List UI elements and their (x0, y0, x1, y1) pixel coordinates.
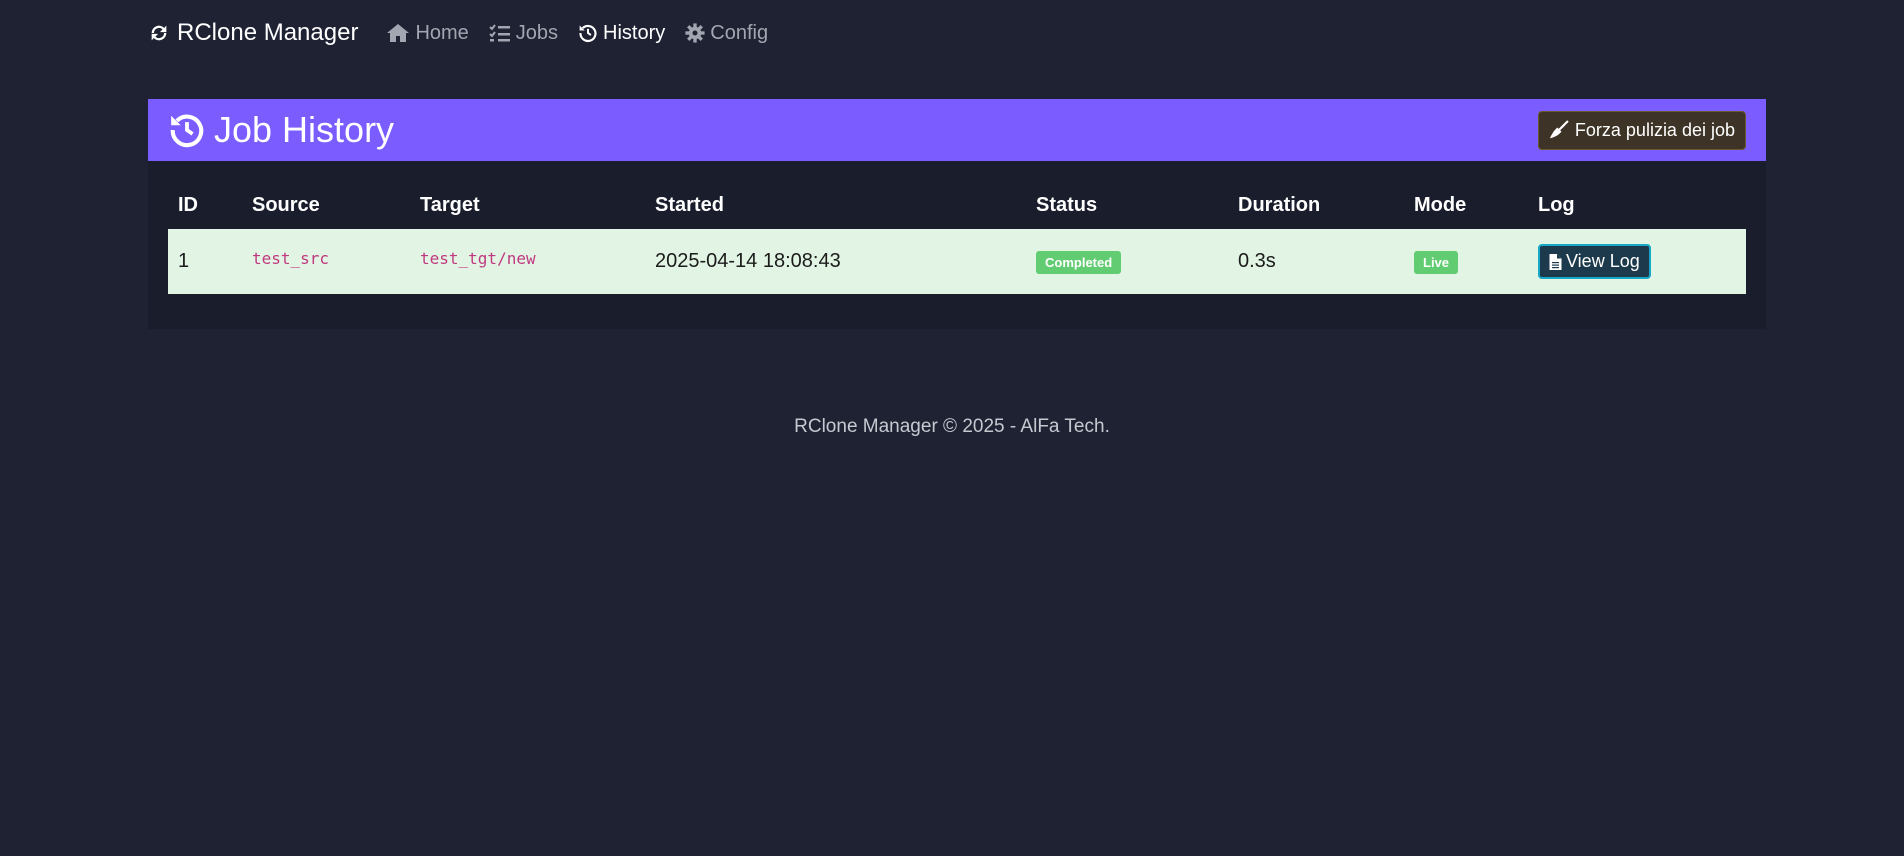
top-navbar: RClone Manager Home Jobs History Config (148, 14, 788, 52)
table-header-row: ID Source Target Started Status Duration… (168, 179, 1746, 229)
cell-duration: 0.3s (1228, 229, 1404, 294)
column-header-log: Log (1538, 193, 1575, 216)
view-log-label: View Log (1566, 251, 1640, 271)
home-icon (387, 24, 410, 42)
force-cleanup-label: Forza pulizia dei job (1574, 119, 1735, 140)
tasks-icon (489, 24, 510, 42)
cell-id: 1 (168, 229, 242, 294)
nav-item-jobs[interactable]: Jobs (489, 22, 558, 45)
cell-mode: Live (1404, 229, 1528, 294)
card-header: Job History Forza pulizia dei job (148, 99, 1766, 161)
status-badge: Completed (1036, 250, 1122, 274)
column-header-status: Status (1036, 193, 1098, 216)
job-history-card: Job History Forza pulizia dei job ID Sou… (148, 99, 1766, 329)
column-header-source: Source (252, 193, 320, 216)
column-header-target: Target (420, 193, 480, 216)
history-icon (170, 114, 204, 148)
column-header-duration: Duration (1238, 193, 1321, 216)
page-title: Job History (168, 109, 394, 151)
broom-icon (1549, 120, 1569, 139)
column-header-started: Started (655, 193, 724, 216)
column-header-mode: Mode (1414, 193, 1467, 216)
nav-item-config-label: Config (710, 21, 769, 44)
nav-item-home[interactable]: Home (386, 21, 469, 45)
nav-item-home-label: Home (415, 21, 469, 44)
column-header-id: ID (178, 193, 198, 216)
cell-source: test_src (242, 229, 410, 294)
mode-badge: Live (1414, 250, 1459, 274)
cell-log: View Log (1528, 229, 1746, 294)
nav-item-history[interactable]: History (578, 22, 665, 45)
view-log-button[interactable]: View Log (1538, 244, 1651, 279)
gear-icon (685, 23, 705, 43)
table-row: 1 test_src test_tgt/new 2025-04-14 18:08… (168, 229, 1746, 294)
file-icon (1549, 253, 1562, 270)
page-title-text: Job History (214, 109, 395, 150)
cell-target: test_tgt/new (410, 229, 645, 294)
footer-copyright: RClone Manager © 2025 - AlFa Tech. (794, 416, 1110, 437)
nav-item-config[interactable]: Config (685, 22, 768, 45)
sync-icon (151, 25, 167, 41)
nav-item-history-label: History (603, 21, 666, 44)
history-icon (579, 24, 597, 42)
cell-started: 2025-04-14 18:08:43 (645, 229, 1026, 294)
nav-item-jobs-label: Jobs (515, 21, 559, 44)
brand-title: RClone Manager (177, 19, 359, 46)
force-cleanup-button[interactable]: Forza pulizia dei job (1537, 110, 1746, 150)
history-table: ID Source Target Started Status Duration… (168, 179, 1746, 294)
cell-status: Completed (1026, 229, 1228, 294)
brand-link[interactable]: RClone Manager (148, 19, 358, 47)
